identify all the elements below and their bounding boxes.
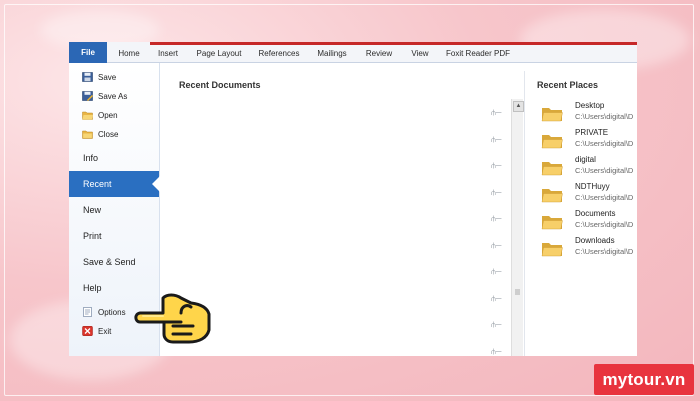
place-path: C:\Users\digital\D xyxy=(575,193,634,202)
menu-item-info[interactable]: Info xyxy=(69,152,159,166)
recent-documents-scrollbar[interactable]: ▲ xyxy=(511,99,524,356)
pin-icon[interactable]: ⫛─ xyxy=(491,268,501,276)
pin-icon[interactable]: ⫛─ xyxy=(491,189,501,197)
tab-review[interactable]: Review xyxy=(363,46,395,62)
pin-icon[interactable]: ⫛─ xyxy=(491,215,501,223)
open-folder-icon xyxy=(82,111,93,120)
recent-place-item[interactable]: digital C:\Users\digital\D xyxy=(541,155,637,181)
menu-item-open[interactable]: Open xyxy=(69,109,159,123)
tab-home[interactable]: Home xyxy=(113,46,145,62)
pin-icon[interactable]: ⫛─ xyxy=(491,136,501,144)
folder-icon xyxy=(541,216,563,230)
place-name: NDTHuyy xyxy=(575,182,610,191)
place-name: digital xyxy=(575,155,596,164)
place-name: PRIVATE xyxy=(575,128,609,137)
menu-item-label: Exit xyxy=(98,327,112,336)
pin-icon[interactable]: ⫛─ xyxy=(491,321,501,329)
menu-item-label: Options xyxy=(98,308,126,317)
tab-page-layout[interactable]: Page Layout xyxy=(193,46,245,62)
backstage-content: Recent Documents ⫛─ ⫛─ ⫛─ ⫛─ ⫛─ ⫛─ ⫛─ ⫛─… xyxy=(160,63,637,356)
recent-place-item[interactable]: Downloads C:\Users\digital\D xyxy=(541,236,637,262)
pin-icon[interactable]: ⫛─ xyxy=(491,109,501,117)
place-path: C:\Users\digital\D xyxy=(575,139,634,148)
folder-icon xyxy=(541,162,563,176)
menu-item-label: Save As xyxy=(98,92,128,101)
place-path: C:\Users\digital\D xyxy=(575,220,634,229)
place-name: Desktop xyxy=(575,101,605,110)
recent-place-item[interactable]: Documents C:\Users\digital\D xyxy=(541,209,637,235)
save-icon xyxy=(82,72,93,82)
tab-insert[interactable]: Insert xyxy=(153,46,183,62)
recent-documents-title: Recent Documents xyxy=(179,80,261,90)
recent-places-title: Recent Places xyxy=(537,80,599,90)
menu-item-label: Save xyxy=(98,73,117,82)
place-path: C:\Users\digital\D xyxy=(575,247,634,256)
menu-item-label: Help xyxy=(83,283,102,293)
save-as-icon xyxy=(82,91,93,101)
pin-icon[interactable]: ⫛─ xyxy=(491,348,501,356)
ribbon-accent-line xyxy=(150,42,637,45)
pin-icon[interactable]: ⫛─ xyxy=(491,162,501,170)
place-path: C:\Users\digital\D xyxy=(575,112,634,121)
recent-place-item[interactable]: Desktop C:\Users\digital\D xyxy=(541,101,637,127)
place-path: C:\Users\digital\D xyxy=(575,166,634,175)
menu-item-close[interactable]: Close xyxy=(69,128,159,142)
place-name: Documents xyxy=(575,209,616,218)
watermark-logo: mytour.vn xyxy=(594,364,694,395)
panel-divider xyxy=(524,71,525,356)
menu-item-label: Info xyxy=(83,153,99,163)
tab-file[interactable]: File xyxy=(69,42,107,63)
pointing-hand-icon xyxy=(134,293,211,344)
menu-item-label: Recent xyxy=(83,179,112,189)
folder-icon xyxy=(541,135,563,149)
tab-references[interactable]: References xyxy=(255,46,303,62)
scrollbar-grip-icon[interactable] xyxy=(514,277,521,307)
menu-item-save-as[interactable]: Save As xyxy=(69,90,159,104)
menu-item-save[interactable]: Save xyxy=(69,71,159,85)
menu-item-label: New xyxy=(83,205,102,215)
pin-icon[interactable]: ⫛─ xyxy=(491,295,501,303)
folder-icon xyxy=(541,189,563,203)
recent-place-item[interactable]: PRIVATE C:\Users\digital\D xyxy=(541,128,637,154)
close-folder-icon xyxy=(82,130,93,139)
menu-item-label: Print xyxy=(83,231,102,241)
menu-item-new[interactable]: New xyxy=(69,204,159,218)
options-icon xyxy=(83,307,92,317)
pin-icon[interactable]: ⫛─ xyxy=(491,242,501,250)
menu-item-label: Save & Send xyxy=(83,257,136,267)
recent-place-item[interactable]: NDTHuyy C:\Users\digital\D xyxy=(541,182,637,208)
ribbon-tab-bar: File Home Insert Page Layout References … xyxy=(69,42,637,63)
exit-icon xyxy=(82,326,93,336)
folder-icon xyxy=(541,108,563,122)
menu-item-recent[interactable]: Recent xyxy=(69,171,160,197)
menu-item-label: Close xyxy=(98,130,119,139)
tab-mailings[interactable]: Mailings xyxy=(313,46,351,62)
menu-item-save-and-send[interactable]: Save & Send xyxy=(69,256,159,270)
place-name: Downloads xyxy=(575,236,615,245)
tab-foxit-reader-pdf[interactable]: Foxit Reader PDF xyxy=(443,46,513,62)
tab-view[interactable]: View xyxy=(407,46,433,62)
folder-icon xyxy=(541,243,563,257)
menu-item-label: Open xyxy=(98,111,118,120)
menu-item-print[interactable]: Print xyxy=(69,230,159,244)
scroll-up-arrow-icon[interactable]: ▲ xyxy=(513,101,524,112)
